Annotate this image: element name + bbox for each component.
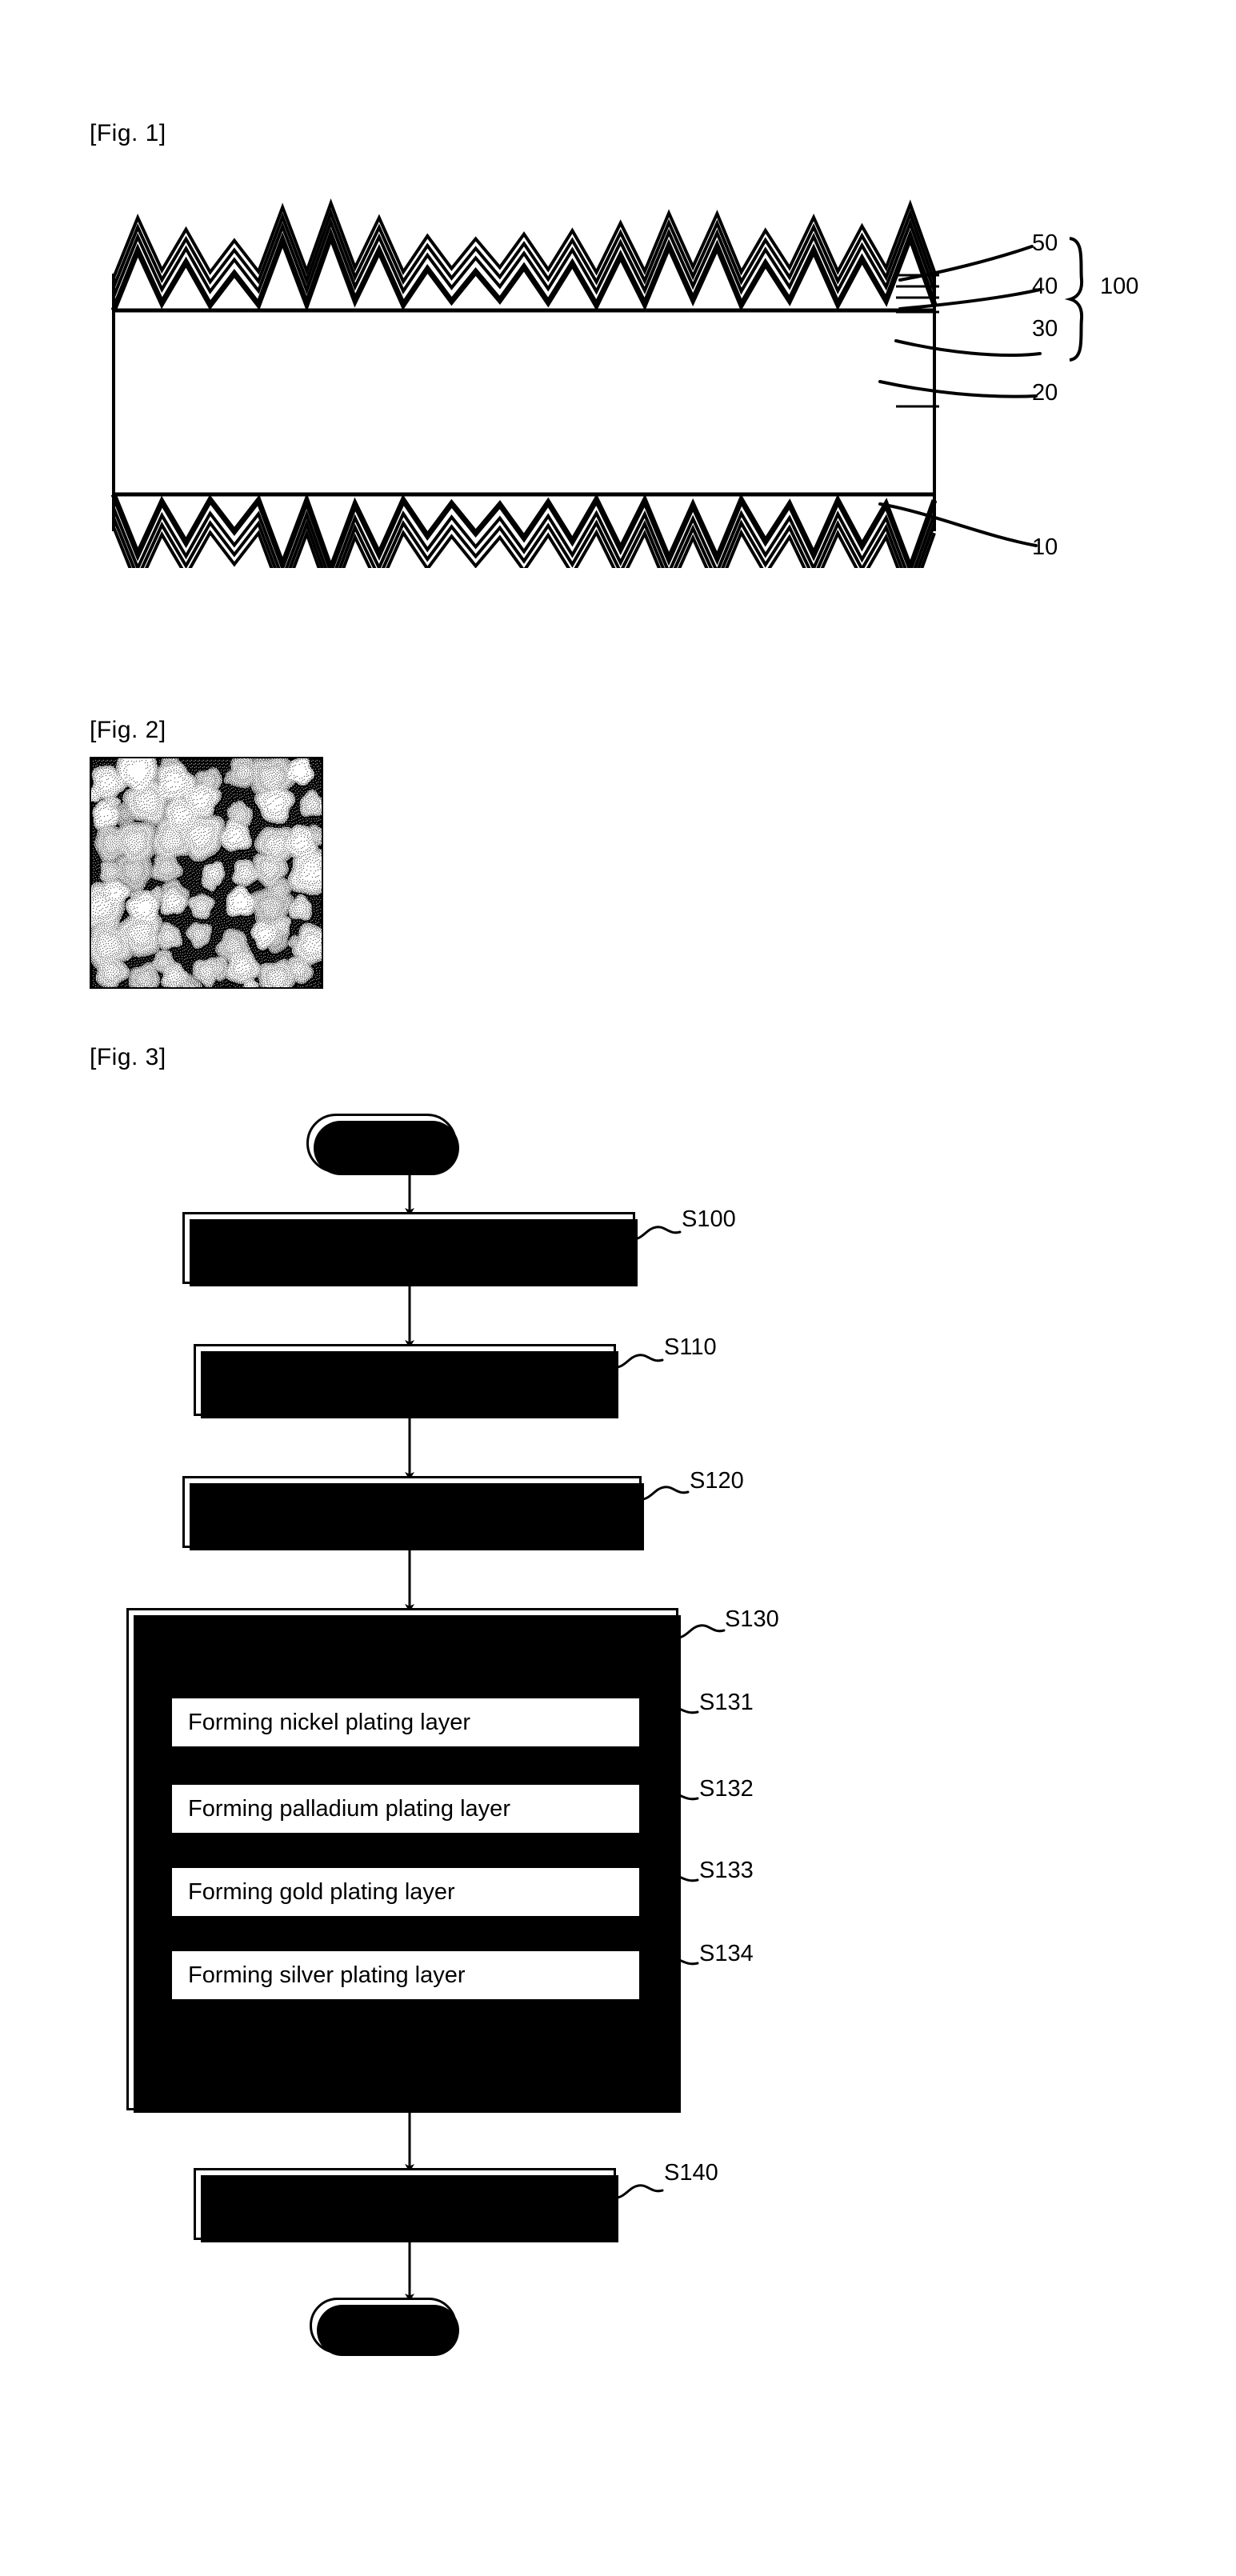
flow-substep-label: Forming palladium plating layer — [188, 1795, 510, 1822]
micrograph-image — [91, 758, 322, 987]
reference-number-100: 100 — [1100, 274, 1139, 299]
brace-100 — [1064, 237, 1084, 362]
flow-group-forming-upper-plating-layer[interactable]: Forming upper plating layer Forming nick… — [126, 1608, 681, 2113]
flow-step-label: Performing clean process — [214, 1366, 486, 1393]
step-tag-s134: S134 — [699, 1941, 754, 1966]
flow-substep-label: Forming gold plating layer — [188, 1878, 455, 1905]
figure-3-caption: [Fig. 3] — [90, 1044, 166, 1070]
step-tag-s131: S131 — [699, 1690, 754, 1715]
step-tag-s120: S120 — [690, 1468, 744, 1494]
figure-2 — [90, 757, 323, 989]
flow-substep-forming-silver-plating-layer[interactable]: Forming silver plating layer — [170, 1950, 641, 2001]
flow-step-performing-clean-process-2[interactable]: Performing clean process — [194, 2168, 618, 2242]
step-tag-s132: S132 — [699, 1776, 754, 1802]
step-tag-s133: S133 — [699, 1858, 754, 1883]
figure-2-caption: [Fig. 2] — [90, 717, 166, 743]
flow-step-providing-based-metal-layer[interactable]: Providing based metal layer — [182, 1212, 638, 1286]
figure-1-drawing — [110, 198, 1084, 568]
flow-step-performing-clean-process-1[interactable]: Performing clean process — [194, 1344, 618, 1418]
flow-start-terminator[interactable]: Start — [306, 1114, 459, 1175]
reference-number-10: 10 — [1032, 534, 1058, 560]
flow-step-label: Performing clean process — [214, 2190, 486, 2217]
flow-substep-forming-nickel-plating-layer[interactable]: Forming nickel plating layer — [170, 1697, 641, 1748]
reference-leader-lines — [878, 245, 1042, 547]
flow-step-label: Forming copper plating layer — [202, 1498, 507, 1525]
reference-number-50: 50 — [1032, 230, 1058, 256]
reference-number-40: 40 — [1032, 274, 1058, 299]
reference-number-30: 30 — [1032, 316, 1058, 342]
figure-3-flowchart: Start Providing based metal layer S100 P… — [0, 1088, 1236, 2464]
flow-substep-label: Forming nickel plating layer — [188, 1709, 470, 1735]
micrograph-frame — [90, 757, 323, 989]
flow-end-terminator[interactable]: End — [310, 2298, 459, 2356]
flow-end-label: End — [362, 2312, 405, 2338]
flow-step-label: Providing based metal layer — [202, 1234, 499, 1261]
flow-substep-forming-palladium-plating-layer[interactable]: Forming palladium plating layer — [170, 1783, 641, 1834]
step-tag-s130: S130 — [725, 1606, 779, 1632]
flow-substep-forming-gold-plating-layer[interactable]: Forming gold plating layer — [170, 1866, 641, 1918]
step-tag-s110: S110 — [664, 1334, 717, 1360]
flow-substep-label: Forming silver plating layer — [188, 1962, 466, 1988]
figure-1: 50 40 30 100 20 10 — [0, 152, 1236, 568]
reference-number-20: 20 — [1032, 380, 1058, 406]
flow-start-label: Start — [356, 1130, 407, 1156]
flow-step-forming-copper-plating-layer[interactable]: Forming copper plating layer — [182, 1476, 644, 1550]
flow-group-title: Forming upper plating layer — [256, 1623, 549, 1650]
step-tag-s140: S140 — [664, 2160, 718, 2186]
figure-1-caption: [Fig. 1] — [90, 120, 166, 146]
step-tag-s100: S100 — [682, 1206, 736, 1232]
